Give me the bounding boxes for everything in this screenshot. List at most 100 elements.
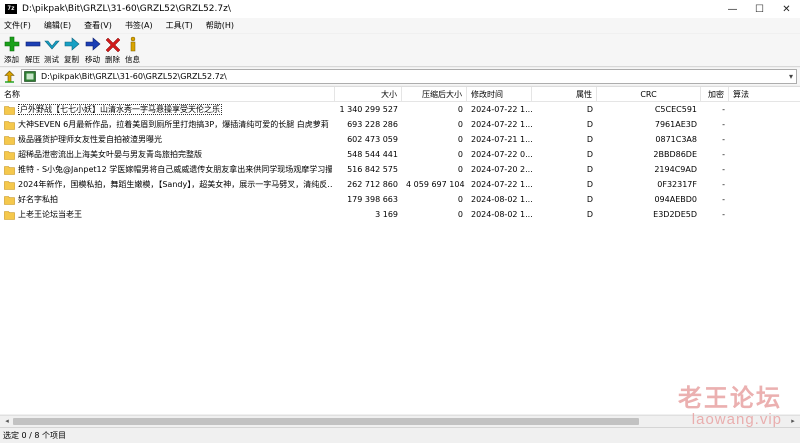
table-row[interactable]: 推特 - S小兔@Janpet12 学医嫁帽男将自己威威遗传女朋友拿出来供同学现… <box>0 163 800 177</box>
title-bar: 7z D:\pikpak\Bit\GRZL\31-60\GRZL52\GRZL5… <box>0 0 800 18</box>
cell-name: 大神SEVEN 6月最新作品，拉着美眉到厕所里打炮搞3P，爆插清纯可爱的长腿 白… <box>14 118 332 132</box>
file-name: 户外野战【七七小妖】山清水秀一字马悬操享受天伦之乐 <box>18 104 222 115</box>
table-row[interactable]: 极品骚货护理师女友性爱自拍被渣男曝光 602 473 059 0 2024-07-21… <box>0 133 800 147</box>
address-input[interactable]: D:\pikpak\Bit\GRZL\31-60\GRZL52\GRZL52.7… <box>21 69 797 84</box>
file-name: 上老王论坛当老王 <box>18 210 82 219</box>
cell-packed-size: 0 <box>457 210 463 219</box>
cell-attributes: D <box>586 180 593 189</box>
scroll-left-icon[interactable]: ◂ <box>2 417 12 426</box>
cell-modified: 2024-07-22 1... <box>471 120 532 129</box>
cell-crc: 0F32317F <box>657 180 697 189</box>
delete-icon <box>105 37 120 52</box>
cell-modified: 2024-07-22 1... <box>471 180 532 189</box>
table-row[interactable]: 超稀品泄密流出上海美女叶晏与男友青岛旅拍完整版 548 544 441 0 2024-… <box>0 148 800 162</box>
column-attributes[interactable]: 属性 <box>532 87 597 102</box>
cell-name: 好名字私拍 <box>14 193 332 207</box>
cell-packed-size: 0 <box>457 165 463 174</box>
cell-encrypted: - <box>722 120 725 129</box>
cell-name: 推特 - S小兔@Janpet12 学医嫁帽男将自己威威遗传女朋友拿出来供同学现… <box>14 163 332 177</box>
cell-size: 548 544 441 <box>347 150 398 159</box>
copy-icon <box>64 37 79 51</box>
address-path: D:\pikpak\Bit\GRZL\31-60\GRZL52\GRZL52.7… <box>41 72 227 81</box>
cell-crc: 094AEBD0 <box>654 195 697 204</box>
column-modified[interactable]: 修改时间 <box>467 87 532 102</box>
cell-packed-size: 0 <box>457 135 463 144</box>
close-window-button[interactable]: ✕ <box>773 0 800 18</box>
cell-encrypted: - <box>722 210 725 219</box>
column-crc[interactable]: CRC <box>597 87 701 102</box>
file-name: 极品骚货护理师女友性爱自拍被渣男曝光 <box>18 135 162 144</box>
menu-bookmarks[interactable]: 书签(A) <box>125 20 153 31</box>
window-title: D:\pikpak\Bit\GRZL\31-60\GRZL52\GRZL52.7… <box>22 4 231 14</box>
cell-attributes: D <box>586 210 593 219</box>
cell-size: 693 228 286 <box>347 120 398 129</box>
table-row[interactable]: 大神SEVEN 6月最新作品，拉着美眉到厕所里打炮搞3P，爆插清纯可爱的长腿 白… <box>0 118 800 132</box>
test-icon <box>43 40 60 50</box>
table-row[interactable]: 好名字私拍 179 398 663 0 2024-08-02 1... D 094AEBD… <box>0 193 800 207</box>
info-button[interactable]: 信息 <box>122 36 143 65</box>
menu-file[interactable]: 文件(F) <box>4 20 31 31</box>
column-size[interactable]: 大小 <box>335 87 402 102</box>
table-row[interactable]: 户外野战【七七小妖】山清水秀一字马悬操享受天伦之乐 1 340 299 527 0 2… <box>0 103 800 117</box>
toolbar: 添加 解压 测试 复制 移动 删除 信息 <box>0 34 800 67</box>
selection-status: 选定 0 / 8 个项目 <box>3 431 67 440</box>
info-label: 信息 <box>125 55 140 64</box>
cell-name: 2024年新作，国模私拍，舞蹈生嫩模，【Sandy】，超美女神，展示一字马劈叉，… <box>14 178 332 192</box>
menu-view[interactable]: 查看(V) <box>84 20 112 31</box>
cell-packed-size: 0 <box>457 105 463 114</box>
minimize-button[interactable]: — <box>719 0 746 18</box>
cell-name: 极品骚货护理师女友性爱自拍被渣男曝光 <box>14 133 332 147</box>
info-icon <box>130 36 135 52</box>
cell-size: 3 169 <box>375 210 398 219</box>
cell-encrypted: - <box>722 165 725 174</box>
cell-crc: 0871C3A8 <box>655 135 697 144</box>
cell-size: 1 340 299 527 <box>339 105 398 114</box>
column-encrypted[interactable]: 加密 <box>701 87 729 102</box>
cell-attributes: D <box>586 150 593 159</box>
address-dropdown-icon[interactable]: ▾ <box>789 70 793 83</box>
cell-attributes: D <box>586 105 593 114</box>
cell-name: 户外野战【七七小妖】山清水秀一字马悬操享受天伦之乐 <box>14 103 332 117</box>
table-row[interactable]: 上老王论坛当老王 3 169 0 2024-08-02 1... D E3D2DE5D - <box>0 208 800 222</box>
menu-help[interactable]: 帮助(H) <box>206 20 234 31</box>
cell-modified: 2024-07-21 1... <box>471 135 532 144</box>
cell-name: 超稀品泄密流出上海美女叶晏与男友青岛旅拍完整版 <box>14 148 332 162</box>
scroll-thumb[interactable] <box>13 418 639 425</box>
menu-edit[interactable]: 编辑(E) <box>44 20 71 31</box>
menu-bar: 文件(F) 编辑(E) 查看(V) 书签(A) 工具(T) 帮助(H) <box>0 18 800 33</box>
cell-encrypted: - <box>722 105 725 114</box>
table-row[interactable]: 2024年新作，国模私拍，舞蹈生嫩模，【Sandy】，超美女神，展示一字马劈叉，… <box>0 178 800 192</box>
cell-crc: 2BBD86DE <box>653 150 697 159</box>
file-name: 2024年新作，国模私拍，舞蹈生嫩模，【Sandy】，超美女神，展示一字马劈叉，… <box>18 180 332 189</box>
cell-attributes: D <box>586 165 593 174</box>
column-packed-size[interactable]: 压缩后大小 <box>402 87 467 102</box>
file-name: 推特 - S小兔@Janpet12 学医嫁帽男将自己威威遗传女朋友拿出来供同学现… <box>18 165 332 174</box>
cell-encrypted: - <box>722 195 725 204</box>
cell-modified: 2024-07-22 0... <box>471 150 532 159</box>
cell-modified: 2024-07-20 2... <box>471 165 532 174</box>
list-header: 名称 大小 压缩后大小 修改时间 属性 CRC 加密 算法 <box>0 87 800 102</box>
cell-size: 602 473 059 <box>347 135 398 144</box>
cell-packed-size: 0 <box>457 150 463 159</box>
7zip-app-icon: 7z <box>5 4 17 14</box>
status-bar: 选定 0 / 8 个项目 <box>0 427 800 443</box>
column-name[interactable]: 名称 <box>0 87 335 102</box>
cell-attributes: D <box>586 120 593 129</box>
cell-crc: E3D2DE5D <box>653 210 697 219</box>
cell-size: 516 842 575 <box>347 165 398 174</box>
move-icon <box>85 37 100 51</box>
menu-tools[interactable]: 工具(T) <box>166 20 193 31</box>
cell-modified: 2024-08-02 1... <box>471 210 532 219</box>
cell-crc: C5CEC591 <box>654 105 697 114</box>
cell-packed-size: 4 059 697 104 <box>406 180 465 189</box>
scroll-right-icon[interactable]: ▸ <box>788 417 798 426</box>
maximize-button[interactable]: ☐ <box>746 0 773 18</box>
folder-up-icon[interactable] <box>3 70 16 83</box>
column-method[interactable]: 算法 <box>729 87 800 102</box>
cell-encrypted: - <box>722 150 725 159</box>
cell-packed-size: 0 <box>457 120 463 129</box>
file-name: 超稀品泄密流出上海美女叶晏与男友青岛旅拍完整版 <box>18 150 202 159</box>
horizontal-scrollbar[interactable]: ◂ ▸ <box>0 415 800 426</box>
cell-attributes: D <box>586 135 593 144</box>
extract-icon <box>25 41 40 47</box>
